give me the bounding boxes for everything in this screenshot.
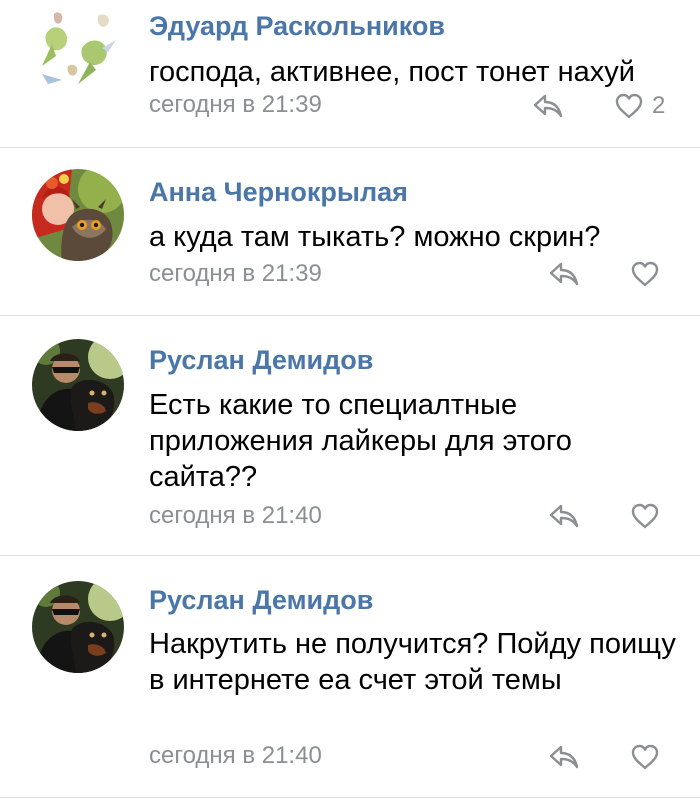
comment-timestamp: сегодня в 21:39 xyxy=(149,260,322,287)
reply-arrow-icon xyxy=(533,94,563,118)
comment-timestamp: сегодня в 21:40 xyxy=(149,742,322,769)
avatar[interactable] xyxy=(32,339,124,431)
heart-outline-icon xyxy=(631,261,659,287)
avatar-image xyxy=(32,169,124,261)
reply-button[interactable] xyxy=(547,743,581,771)
comment-author[interactable]: Руслан Демидов xyxy=(149,584,373,616)
heart-outline-icon xyxy=(631,744,659,770)
avatar[interactable] xyxy=(32,169,124,261)
like-button[interactable]: 2 xyxy=(614,92,665,120)
like-button[interactable] xyxy=(630,502,668,530)
avatar-image xyxy=(32,581,124,673)
reply-arrow-icon xyxy=(549,504,579,528)
reply-button[interactable] xyxy=(547,502,581,530)
comment-text: Накрутить не получится? Пойду поищу в ин… xyxy=(149,628,676,696)
avatar[interactable] xyxy=(32,581,124,673)
comment-item: Руслан Демидов Есть какие то специалтные… xyxy=(0,316,700,556)
comment-author[interactable]: Руслан Демидов xyxy=(149,344,373,376)
avatar-image xyxy=(32,339,124,431)
reply-arrow-icon xyxy=(549,745,579,769)
comment-item: Эдуард Раскольников господа, активнее, п… xyxy=(0,0,700,148)
comment-author[interactable]: Эдуард Раскольников xyxy=(149,10,445,42)
avatar-image xyxy=(32,4,124,96)
comment-text: а куда там тыкать? можно скрин? xyxy=(149,221,601,253)
comment-timestamp: сегодня в 21:40 xyxy=(149,502,322,529)
like-button[interactable] xyxy=(630,260,668,288)
like-button[interactable] xyxy=(630,743,668,771)
comment-item: Анна Чернокрылая а куда там тыкать? можн… xyxy=(0,148,700,316)
comments-list: Эдуард Раскольников господа, активнее, п… xyxy=(0,0,700,798)
comment-text: Есть какие то специалтные приложения лай… xyxy=(149,389,572,493)
comment-author[interactable]: Анна Чернокрылая xyxy=(149,176,408,208)
comment-item: Руслан Демидов Накрутить не получится? П… xyxy=(0,556,700,798)
comment-timestamp: сегодня в 21:39 xyxy=(149,91,322,118)
heart-outline-icon xyxy=(615,93,643,119)
like-count: 2 xyxy=(652,92,666,119)
reply-button[interactable] xyxy=(531,92,565,120)
reply-button[interactable] xyxy=(547,260,581,288)
avatar[interactable] xyxy=(32,4,124,96)
comment-text: господа, активнее, пост тонет нахуй xyxy=(149,56,635,88)
heart-outline-icon xyxy=(631,503,659,529)
reply-arrow-icon xyxy=(549,262,579,286)
